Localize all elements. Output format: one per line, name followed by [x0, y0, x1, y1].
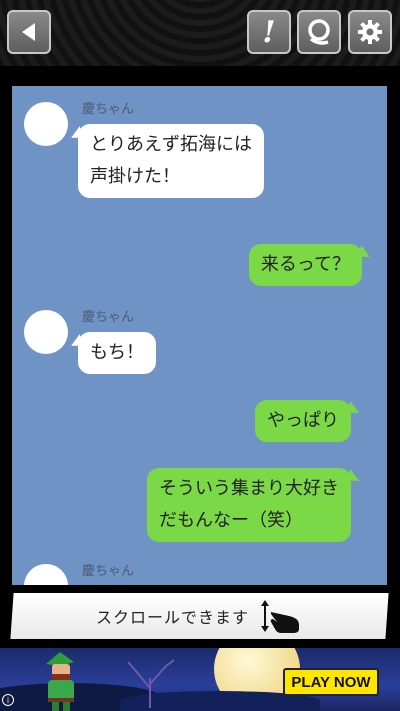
scroll-hint[interactable]: スクロールできます	[10, 593, 389, 639]
quiz-button[interactable]	[297, 10, 341, 54]
info-icon[interactable]: i	[2, 694, 14, 706]
message-line: 来るって？	[260, 254, 350, 275]
alert-label: !	[262, 14, 276, 50]
top-bar: !	[0, 0, 400, 66]
q-icon	[308, 19, 330, 45]
sender-name: 慶ちゃん	[82, 102, 135, 117]
back-arrow-icon	[22, 23, 35, 41]
sender-name: 慶ちゃん	[82, 310, 135, 325]
ad-tree-graphic	[127, 659, 175, 708]
message-line: とりあえず拓海には	[90, 134, 252, 155]
message-line: そういう集まり大好き	[159, 478, 339, 499]
gear-icon	[358, 20, 382, 44]
sender-name: 慶ちゃん	[82, 564, 135, 579]
avatar	[24, 564, 68, 585]
back-button[interactable]	[7, 10, 51, 54]
message-line: だもんなー（笑）	[159, 510, 303, 531]
ad-banner[interactable]: i PLAY NOW	[0, 648, 400, 711]
swipe-hand-icon	[261, 600, 299, 633]
message-line: 声掛けた！	[90, 166, 180, 187]
scroll-hint-label: スクロールできます	[95, 608, 249, 627]
message-line: もち！	[90, 342, 144, 363]
chat-area[interactable]: 慶ちゃん とりあえず拓海には 声掛けた！ 来るって？ 慶ちゃん もち！ やっぱり…	[12, 86, 387, 585]
message-bubble: もち！	[78, 332, 156, 374]
alert-button[interactable]: !	[247, 10, 291, 54]
message-line: やっぱり	[267, 410, 339, 431]
avatar	[24, 310, 68, 354]
message-bubble: 来るって？	[248, 244, 362, 286]
avatar	[24, 102, 68, 146]
ad-character-graphic	[46, 652, 74, 711]
message-bubble: とりあえず拓海には 声掛けた！	[78, 124, 264, 198]
message-bubble: やっぱり	[255, 400, 351, 442]
play-now-button[interactable]: PLAY NOW	[283, 668, 379, 696]
message-bubble: そういう集まり大好き だもんなー（笑）	[147, 468, 351, 542]
settings-button[interactable]	[348, 10, 392, 54]
